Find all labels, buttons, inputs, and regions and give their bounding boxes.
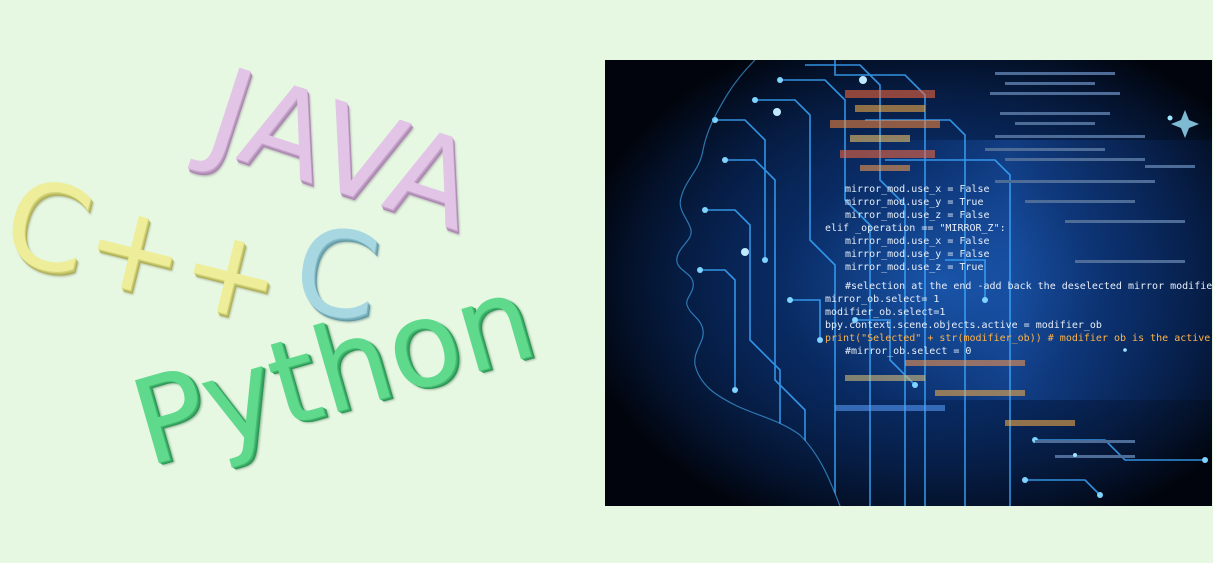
circuit-head-graphic: mirror_mod.use_x = False mirror_mod.use_… [605,60,1212,506]
code-line: print("Selected" + str(modifier_ob)) # m… [825,333,1212,344]
ai-head-illustration: mirror_mod.use_x = False mirror_mod.use_… [605,60,1212,506]
code-line: mirror_mod.use_z = False [845,210,990,221]
code-line: mirror_mod.use_x = False [845,236,990,247]
code-line: mirror_ob.select= 1 [825,294,939,305]
code-line: #mirror_ob.select = 0 [845,346,971,357]
code-line: #selection at the end -add back the dese… [845,281,1212,292]
code-line: modifier_ob.select=1 [825,307,945,318]
code-line: bpy.context.scene.objects.active = modif… [825,320,1102,331]
code-line: mirror_mod.use_x = False [845,184,990,195]
code-line: mirror_mod.use_y = False [845,249,990,260]
code-line: mirror_mod.use_z = True [845,262,983,273]
code-line: mirror_mod.use_y = True [845,197,983,208]
code-line: elif _operation == "MIRROR_Z": [825,223,1006,234]
